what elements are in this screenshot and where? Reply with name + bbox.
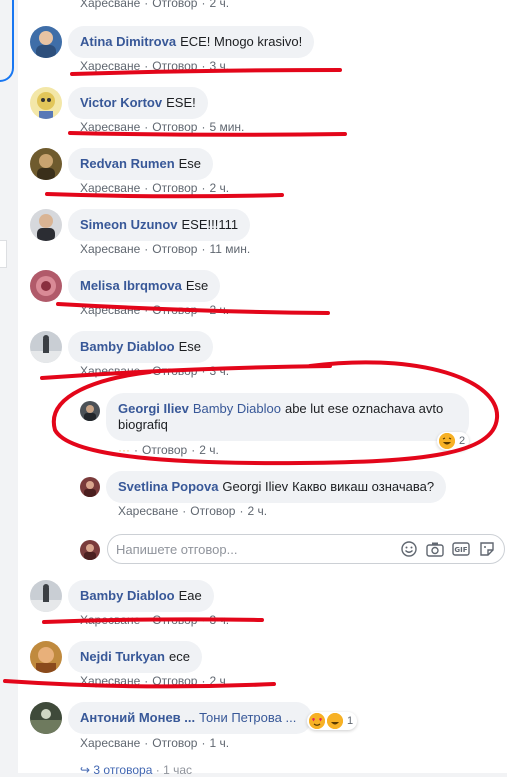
- red-underline: [40, 364, 332, 380]
- red-underline: [68, 131, 347, 137]
- red-annotation-overlay: [3, 68, 500, 689]
- red-underline: [56, 302, 330, 315]
- red-underline: [45, 192, 284, 199]
- red-loop: [51, 360, 500, 466]
- red-underline: [42, 617, 264, 624]
- red-underline: [3, 679, 276, 689]
- red-underline: [70, 68, 342, 76]
